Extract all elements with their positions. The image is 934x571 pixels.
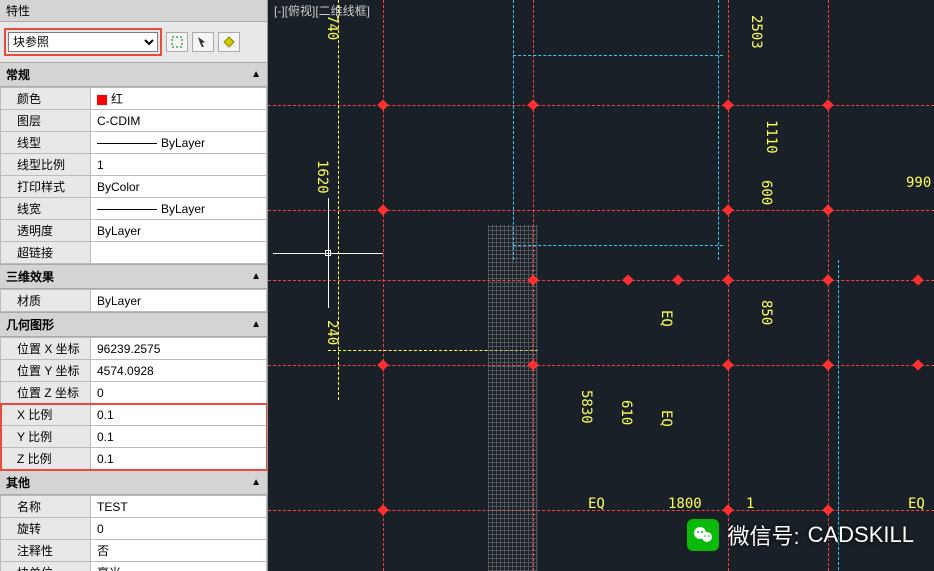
prop-ltscale[interactable]: 1 [91,154,267,176]
dim-eq1: EQ [658,310,674,327]
section-other-header[interactable]: 其他▲ [0,470,267,495]
properties-scroll[interactable]: 常规▲ 颜色红 图层C-CDIM 线型ByLayer 线型比例1 打印样式ByC… [0,62,267,571]
prop-linetype[interactable]: ByLayer [91,132,267,154]
prop-posx[interactable]: 96239.2575 [91,338,267,360]
dim-1110: 1110 [763,120,779,154]
prop-blockunit[interactable]: 毫米 [91,562,267,571]
dim-850: 850 [758,300,774,325]
color-swatch-red [97,95,107,105]
prop-rotation[interactable]: 0 [91,518,267,540]
properties-panel: 特性 块参照 常规▲ 颜色红 图层C-CDIM 线型ByLayer 线型比例1 … [0,0,268,571]
dim-240: 240 [324,320,340,345]
dim-1800: 1800 [668,496,702,512]
chevron-up-icon: ▲ [251,69,261,80]
toggle-pickadd-icon[interactable] [218,32,240,52]
prop-scalez[interactable]: 0.1 [91,448,267,470]
dim-1620: 1620 [314,160,330,194]
prop-layer[interactable]: C-CDIM [91,110,267,132]
prop-name[interactable]: TEST [91,496,267,518]
section-general-header[interactable]: 常规▲ [0,62,267,87]
threed-table: 材质ByLayer [0,289,267,312]
other-table: 名称TEST 旋转0 注释性否 块单位毫米 单位因子1 [0,495,267,571]
dim-600: 600 [758,180,774,205]
dim-eq2: EQ [658,410,674,427]
prop-posy[interactable]: 4574.0928 [91,360,267,382]
dim-eq3: EQ [588,496,605,512]
geometry-table: 位置 X 坐标96239.2575 位置 Y 坐标4574.0928 位置 Z … [0,337,267,470]
prop-scaley[interactable]: 0.1 [91,426,267,448]
dim-1: 1 [746,496,754,512]
viewport-label[interactable]: [-][俯视][二维线框] [274,2,370,19]
prop-annotative[interactable]: 否 [91,540,267,562]
prop-transparency[interactable]: ByLayer [91,220,267,242]
drawing-viewport[interactable]: [-][俯视][二维线框] 740 1620 240 2503 1110 600… [268,0,934,571]
watermark-prefix: 微信号: [727,519,799,551]
wechat-icon [687,519,719,551]
object-type-select[interactable]: 块参照 [8,32,158,52]
prop-plotstyle[interactable]: ByColor [91,176,267,198]
chevron-up-icon: ▲ [251,319,261,330]
dim-2503: 2503 [748,15,764,49]
prop-color[interactable]: 红 [91,88,267,110]
prop-material[interactable]: ByLayer [91,290,267,312]
prop-posz[interactable]: 0 [91,382,267,404]
dim-610: 610 [618,400,634,425]
selector-row: 块参照 [0,22,267,62]
chevron-up-icon: ▲ [251,477,261,488]
prop-lineweight[interactable]: ByLayer [91,198,267,220]
quick-select-icon[interactable] [166,32,188,52]
dim-5830: 5830 [578,390,594,424]
dim-740: 740 [324,15,340,40]
dim-eq4: EQ [908,496,925,512]
watermark-name: CADSKILL [808,522,914,548]
dim-990: 990 [906,175,931,191]
select-objects-icon[interactable] [192,32,214,52]
panel-title: 特性 [0,0,267,22]
section-3d-header[interactable]: 三维效果▲ [0,264,267,289]
chevron-up-icon: ▲ [251,271,261,282]
prop-scalex[interactable]: 0.1 [91,404,267,426]
general-table: 颜色红 图层C-CDIM 线型ByLayer 线型比例1 打印样式ByColor… [0,87,267,264]
prop-hyperlink[interactable] [91,242,267,264]
section-geometry-header[interactable]: 几何图形▲ [0,312,267,337]
watermark: 微信号: CADSKILL [687,519,914,551]
